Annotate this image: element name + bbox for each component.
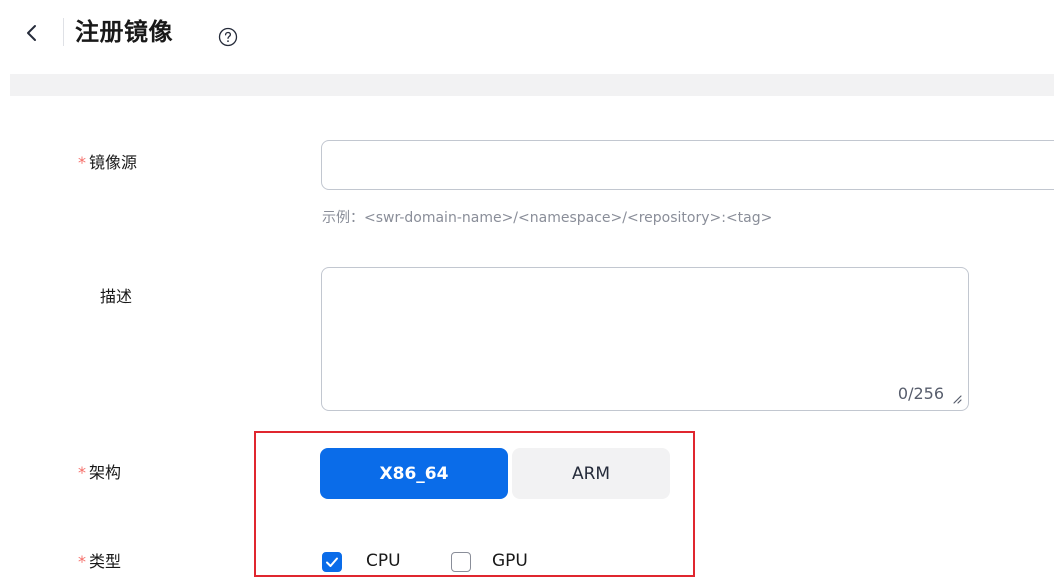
char-counter: 0/256: [897, 384, 944, 403]
description-textarea[interactable]: 0/256: [321, 267, 969, 411]
page-title: 注册镜像: [75, 18, 173, 46]
header-divider: [63, 18, 64, 46]
check-icon: [326, 557, 338, 567]
description-label: 描述: [100, 287, 133, 306]
gpu-checkbox[interactable]: [451, 552, 471, 572]
help-circle-icon[interactable]: [218, 27, 238, 47]
chevron-left-icon: [27, 25, 36, 41]
required-mark: *: [78, 153, 86, 172]
image-source-input[interactable]: [321, 140, 1054, 190]
type-label: * 类型: [78, 552, 122, 571]
cpu-label: CPU: [366, 551, 401, 571]
source-hint: 示例：<swr-domain-name>/<namespace>/<reposi…: [322, 210, 773, 226]
arch-option-x86-64[interactable]: X86_64: [320, 448, 508, 499]
required-mark: *: [78, 463, 86, 482]
register-image-page: 注册镜像 * 镜像源 示例：<swr-domain-name>/<namespac…: [0, 0, 1054, 587]
gpu-label: GPU: [492, 551, 528, 571]
back-button[interactable]: [10, 14, 54, 52]
required-mark: *: [78, 552, 86, 571]
source-label: * 镜像源: [78, 153, 138, 172]
architecture-label: * 架构: [78, 463, 122, 482]
arch-option-arm[interactable]: ARM: [512, 448, 670, 499]
cpu-checkbox[interactable]: [322, 552, 342, 572]
resize-handle-icon[interactable]: [950, 392, 962, 404]
